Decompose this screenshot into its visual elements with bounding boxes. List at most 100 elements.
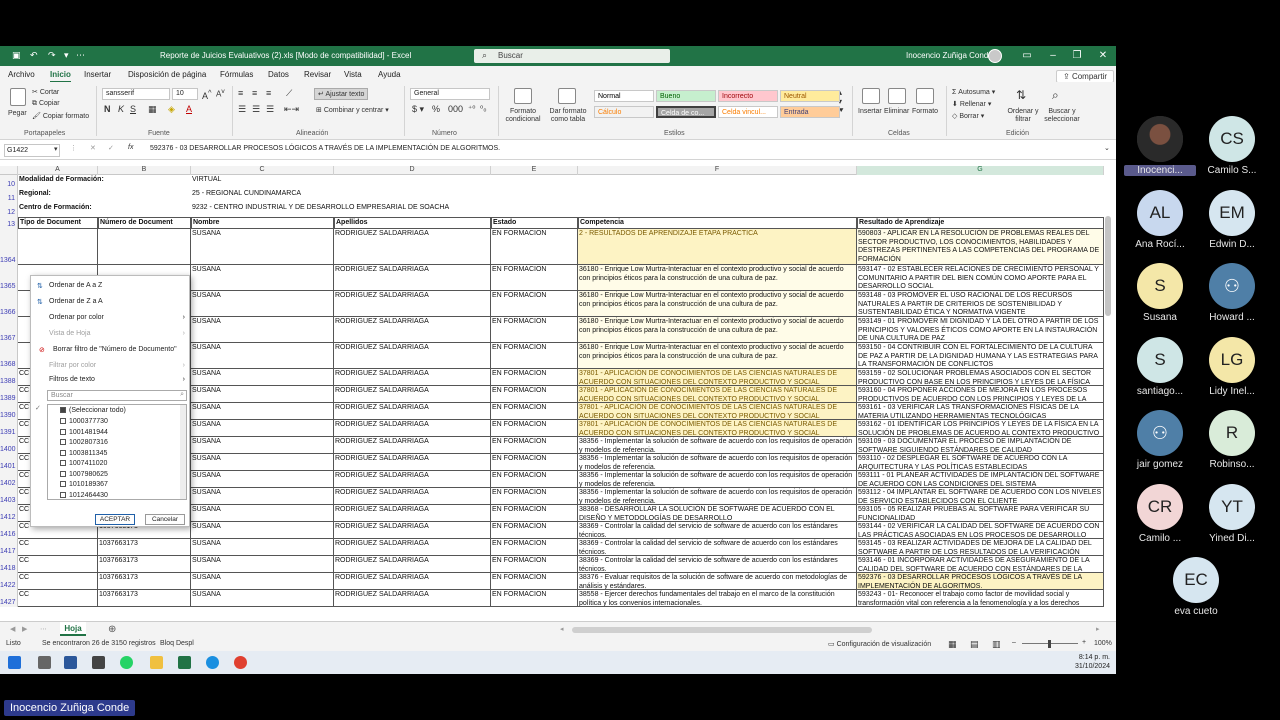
redo-icon[interactable]: ↷ [48, 50, 56, 61]
cell-F-1403[interactable]: 38356 - Implementar la solución de softw… [578, 488, 857, 505]
align-top-icon[interactable]: ≡ [238, 88, 243, 98]
row-header[interactable]: 1390 [0, 403, 18, 420]
hscroll-left-icon[interactable]: ◂ [560, 625, 564, 633]
row-header[interactable]: 1416 [0, 522, 18, 539]
close-icon[interactable]: ✕ [1096, 49, 1110, 63]
cell-C-1389[interactable]: SUSANA [191, 386, 334, 403]
font-name-combo[interactable]: sansserif [102, 88, 170, 100]
cell-B-1422[interactable]: 1037663173 [98, 573, 191, 590]
shrink-font-icon[interactable]: Av [216, 88, 225, 99]
cell-G-1402[interactable]: 593111 - 01 PLANEAR ACTIVIDADES DE IMPLA… [857, 471, 1104, 488]
cell-C-1422[interactable]: SUSANA [191, 573, 334, 590]
cell-C-1418[interactable]: SUSANA [191, 556, 334, 573]
cell-F-1388[interactable]: 37801 - APLICACIÓN DE CONOCIMIENTOS DE L… [578, 369, 857, 386]
cell-G-1400[interactable]: 593109 - 03 DOCUMENTAR EL PROCESO DE IMP… [857, 437, 1104, 454]
sort-z-a-item[interactable]: ⇅ Ordenar de Z a A [37, 298, 103, 306]
menu-tab-4[interactable]: Fórmulas [220, 70, 253, 79]
cell-E-1367[interactable]: EN FORMACION [491, 317, 578, 343]
row-header[interactable]: 1388 [0, 369, 18, 386]
restore-icon[interactable]: ❐ [1070, 49, 1084, 63]
participant-tile[interactable]: LG Lidy Inel... [1196, 337, 1268, 397]
cell-F-1412[interactable]: 38368 - DESARROLLAR LA SOLUCIÓN DE SOFTW… [578, 505, 857, 522]
display-settings-button[interactable]: ▭ Configuración de visualización [828, 640, 931, 648]
cell-D-1389[interactable]: RODRIGUEZ SALDARRIAGA [334, 386, 491, 403]
name-box-dropdown-icon[interactable]: ▾ [54, 145, 58, 153]
decrease-decimal-icon[interactable]: ⁰₀ [480, 104, 487, 113]
sort-a-z-item[interactable]: ⇅ Ordenar de A a Z [37, 282, 102, 290]
participant-tile[interactable]: EC eva cueto [1160, 557, 1232, 617]
cell-F-1390[interactable]: 37801 - APLICACIÓN DE CONOCIMIENTOS DE L… [578, 403, 857, 420]
cell-E-1412[interactable]: EN FORMACION [491, 505, 578, 522]
filter-value-checkbox[interactable]: 1003811345 [60, 449, 107, 457]
filter-value-checkbox[interactable]: 1007411020 [60, 460, 107, 467]
filter-value-checkbox[interactable]: 1000377730 [60, 418, 108, 425]
cell-F-1417[interactable]: 38369 - Controlar la calidad del servici… [578, 539, 857, 556]
cell-D-1388[interactable]: RODRIGUEZ SALDARRIAGA [334, 369, 491, 386]
cell-E-1402[interactable]: EN FORMACION [491, 471, 578, 488]
cell-C-1400[interactable]: SUSANA [191, 437, 334, 454]
merge-center-button[interactable]: ⊞ Combinar y centrar ▾ [316, 106, 389, 114]
cell-E-1364[interactable]: EN FORMACION [491, 229, 578, 265]
cell-B-1427[interactable]: 1037663173 [98, 590, 191, 607]
participant-tile[interactable]: CS Camilo S... [1196, 116, 1268, 176]
filter-value-checkbox[interactable]: 1002807316 [60, 439, 108, 446]
cell-C-1401[interactable]: SUSANA [191, 454, 334, 471]
cell-D-1391[interactable]: RODRIGUEZ SALDARRIAGA [334, 420, 491, 437]
cell-D-1364[interactable]: RODRIGUEZ SALDARRIAGA [334, 229, 491, 265]
menu-tab-8[interactable]: Ayuda [378, 70, 401, 79]
row-header[interactable]: 1367 [0, 317, 18, 343]
increase-decimal-icon[interactable]: ⁺⁰ [468, 104, 475, 113]
cell-F-1367[interactable]: 36180 - Enrique Low Murtra-Interactuar e… [578, 317, 857, 343]
cell-F-1401[interactable]: 38356 - Implementar la solución de softw… [578, 454, 857, 471]
align-bottom-icon[interactable]: ≡ [266, 88, 271, 98]
cell-G-1388[interactable]: 593159 - 02 SOLUCIONAR PROBLEMAS ASOCIAD… [857, 369, 1104, 386]
prev-sheet-icon[interactable]: ◀ [10, 625, 15, 633]
cell-C-1390[interactable]: SUSANA [191, 403, 334, 420]
cell-D-1401[interactable]: RODRIGUEZ SALDARRIAGA [334, 454, 491, 471]
confirm-entry-icon[interactable]: ✓ [108, 144, 114, 152]
cell-style-0[interactable]: Normal [594, 90, 654, 102]
participant-tile[interactable]: YT Yined Di... [1196, 484, 1268, 544]
zoom-out-icon[interactable]: – [1012, 639, 1016, 646]
cell-C-1402[interactable]: SUSANA [191, 471, 334, 488]
cell-F-1422[interactable]: 38376 - Evaluar requisitos de la solució… [578, 573, 857, 590]
row-header[interactable]: 1400 [0, 437, 18, 454]
font-size-combo[interactable]: 10 [172, 88, 198, 100]
column-header-D[interactable]: D [334, 166, 491, 175]
cell-D-1365[interactable]: RODRIGUEZ SALDARRIAGA [334, 265, 491, 291]
percent-icon[interactable]: % [432, 104, 440, 114]
sort-filter-icon[interactable]: ⇅ [1016, 88, 1026, 102]
formula-input[interactable]: 592376 - 03 DESARROLLAR PROCESOS LÓGICOS… [150, 145, 500, 152]
undo-icon[interactable]: ↶ [30, 50, 38, 61]
underline-icon[interactable]: S [130, 104, 136, 114]
minimize-icon[interactable]: – [1046, 49, 1060, 63]
ribbon-display-icon[interactable]: ▭ [1020, 49, 1034, 63]
column-header-C[interactable]: C [191, 166, 334, 175]
autosum-button[interactable]: Σ Autosuma ▾ [952, 88, 995, 96]
menu-tab-7[interactable]: Vista [344, 70, 362, 79]
delete-cells-icon[interactable] [888, 88, 906, 104]
zoom-level[interactable]: 100% [1094, 640, 1112, 647]
find-select-button[interactable]: Buscar y seleccionar [1040, 108, 1084, 124]
borders-icon[interactable]: ▦ [148, 104, 157, 115]
menu-tab-1[interactable]: Inicio [50, 70, 71, 83]
cell-style-1[interactable]: Bueno [656, 90, 716, 102]
cancel-button[interactable]: Cancelar [145, 514, 185, 525]
filter-value-checkbox[interactable]: 1012464430 [60, 491, 108, 499]
align-right-icon[interactable]: ☰ [266, 104, 274, 115]
terminal-app-icon[interactable] [92, 656, 105, 669]
select-all-checkbox[interactable]: (Seleccionar todo) [60, 407, 126, 414]
cell-A-1364[interactable] [18, 229, 98, 265]
indent-icon[interactable]: ⇤⇥ [284, 104, 299, 115]
grow-font-icon[interactable]: A^ [202, 88, 212, 101]
filter-value-checkbox[interactable]: 1007980625 [60, 470, 108, 478]
row-header[interactable]: 12 [0, 203, 18, 217]
cell-D-1402[interactable]: RODRIGUEZ SALDARRIAGA [334, 471, 491, 488]
currency-icon[interactable]: $ ▾ [412, 104, 424, 115]
row-header[interactable]: 1402 [0, 471, 18, 488]
participant-tile[interactable]: S Susana [1124, 263, 1196, 323]
copy-button[interactable]: ⧉ Copiar [32, 100, 60, 108]
cell-G-1368[interactable]: 593150 - 04 CONTRIBUIR CON EL FORTALECIM… [857, 343, 1104, 369]
user-avatar[interactable] [988, 49, 1002, 63]
cell-G-1418[interactable]: 593146 - 01 INCORPORAR ACTIVIDADES DE AS… [857, 556, 1104, 573]
